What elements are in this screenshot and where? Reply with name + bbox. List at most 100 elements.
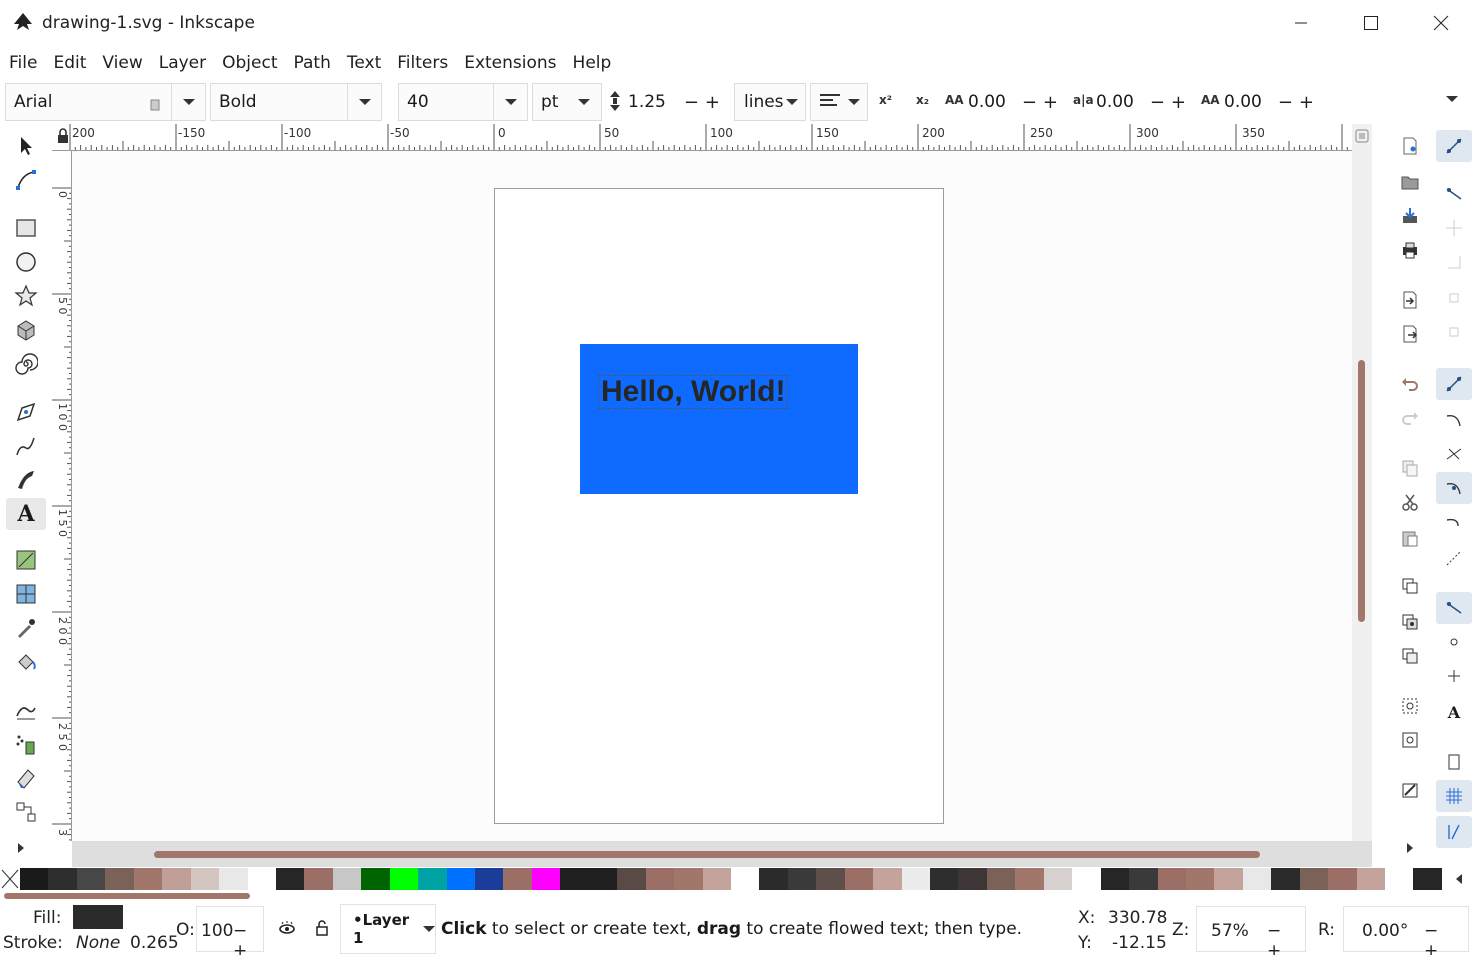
palette-swatch[interactable] xyxy=(503,868,532,890)
fill-swatch[interactable] xyxy=(73,905,123,929)
palette-swatch[interactable] xyxy=(48,868,77,890)
chevron-down-icon[interactable] xyxy=(423,926,435,932)
line-spacing-plusminus[interactable]: −+ xyxy=(684,92,726,113)
pen-tool-icon[interactable] xyxy=(6,396,46,428)
horizontal-scrollbar[interactable] xyxy=(72,841,1372,867)
palette-scroll-thumb[interactable] xyxy=(4,893,250,899)
new-document-icon[interactable] xyxy=(1398,134,1422,158)
rotation-spin[interactable]: 0.00° −+ xyxy=(1343,906,1469,955)
palette-swatch[interactable] xyxy=(190,868,220,890)
subscript-icon[interactable]: x₂ xyxy=(916,93,929,107)
selector-tool-icon[interactable] xyxy=(6,130,46,162)
undo-icon[interactable] xyxy=(1398,372,1422,396)
rectangle-tool-icon[interactable] xyxy=(6,212,46,244)
palette-swatch[interactable] xyxy=(20,868,49,890)
palette-swatch[interactable] xyxy=(588,868,618,890)
snap-grid-icon[interactable] xyxy=(1436,780,1472,812)
snap-guide-icon[interactable] xyxy=(1436,816,1472,848)
kerning-value[interactable]: 0.00 xyxy=(1220,92,1262,112)
toolbox-more-icon[interactable] xyxy=(6,832,36,864)
rotation-plusminus[interactable]: −+ xyxy=(1424,921,1468,955)
maximize-button[interactable] xyxy=(1336,0,1406,46)
menu-object[interactable]: Object xyxy=(214,53,285,73)
menu-path[interactable]: Path xyxy=(286,53,339,73)
palette-swatch[interactable] xyxy=(787,868,817,890)
palette-swatch[interactable] xyxy=(1242,868,1272,890)
kerning-spin[interactable]: 0.00 −+ xyxy=(1220,83,1322,121)
cut-icon[interactable] xyxy=(1398,490,1422,514)
palette-swatch[interactable] xyxy=(76,868,106,890)
snap-bbox-midpoint-icon[interactable] xyxy=(1436,282,1472,314)
palette-swatch[interactable] xyxy=(1043,868,1073,890)
palette-swatch[interactable] xyxy=(304,868,333,890)
palette-swatch[interactable] xyxy=(901,868,930,890)
node-tool-icon[interactable] xyxy=(6,164,46,196)
export-icon[interactable] xyxy=(1398,322,1422,346)
opacity-spin[interactable]: 100 −+ xyxy=(196,906,264,955)
palette-swatch[interactable] xyxy=(873,868,902,890)
palette-swatch[interactable] xyxy=(816,868,845,890)
stroke-value[interactable]: None xyxy=(76,933,120,953)
palette-swatch[interactable] xyxy=(389,868,419,890)
open-document-icon[interactable] xyxy=(1398,170,1422,194)
snap-rotation-center-icon[interactable] xyxy=(1436,660,1472,692)
palette-swatch[interactable] xyxy=(560,868,589,890)
palette-swatch[interactable] xyxy=(674,868,703,890)
no-paint-swatch[interactable] xyxy=(0,868,20,890)
snap-bbox-corner-icon[interactable] xyxy=(1436,246,1472,278)
palette-swatch[interactable] xyxy=(475,868,504,890)
zoom-corner-icon[interactable] xyxy=(1355,128,1369,148)
chevron-down-icon[interactable] xyxy=(567,84,601,120)
snap-intersection-icon[interactable] xyxy=(1436,438,1472,470)
palette-swatch[interactable] xyxy=(645,868,675,890)
stroke-width[interactable]: 0.265 xyxy=(130,933,179,953)
star-tool-icon[interactable] xyxy=(6,280,46,312)
palette-swatch[interactable] xyxy=(1185,868,1215,890)
snap-smooth-nodes-icon[interactable] xyxy=(1436,508,1472,540)
document-properties-icon[interactable] xyxy=(1398,778,1422,802)
palette-swatch[interactable] xyxy=(986,868,1016,890)
chevron-down-icon[interactable] xyxy=(841,84,867,120)
palette-swatch[interactable] xyxy=(105,868,134,890)
copy-icon[interactable] xyxy=(1398,456,1422,480)
menu-view[interactable]: View xyxy=(94,53,150,73)
font-style-combo[interactable]: Bold xyxy=(210,83,382,121)
minimize-button[interactable] xyxy=(1266,0,1336,46)
palette-swatch[interactable] xyxy=(1015,868,1044,890)
horizontal-ruler[interactable]: 200 -150 -100 -50 0 50 100 150 200 250 3… xyxy=(52,124,1352,151)
tweak-tool-icon[interactable] xyxy=(6,694,46,726)
menu-extensions[interactable]: Extensions xyxy=(456,53,564,73)
palette-swatch[interactable] xyxy=(1100,868,1130,890)
text-tool-icon[interactable]: A xyxy=(6,498,46,530)
drawing-canvas[interactable]: Hello, World! xyxy=(72,151,1352,841)
redo-icon[interactable] xyxy=(1398,406,1422,430)
font-family-combo[interactable]: Arial xyxy=(5,83,206,121)
palette-swatch[interactable] xyxy=(1413,868,1442,890)
palette-swatch[interactable] xyxy=(617,868,646,890)
opacity-plusminus[interactable]: −+ xyxy=(233,921,263,955)
palette-swatch[interactable] xyxy=(1157,868,1186,890)
kerning-plusminus[interactable]: −+ xyxy=(1278,92,1320,113)
palette-swatch[interactable] xyxy=(446,868,475,890)
3d-box-tool-icon[interactable] xyxy=(6,314,46,346)
palette-swatch[interactable] xyxy=(1328,868,1357,890)
palette-swatch[interactable] xyxy=(930,868,959,890)
palette-swatch[interactable] xyxy=(247,868,276,890)
horizontal-scroll-thumb[interactable] xyxy=(154,851,1260,858)
palette-swatch[interactable] xyxy=(1129,868,1158,890)
spiral-tool-icon[interactable] xyxy=(6,348,46,380)
menu-layer[interactable]: Layer xyxy=(151,53,214,73)
letter-spacing-spin[interactable]: 0.00 −+ xyxy=(964,83,1066,121)
gradient-tool-icon[interactable] xyxy=(6,544,46,576)
snap-page-border-icon[interactable] xyxy=(1436,746,1472,778)
print-icon[interactable] xyxy=(1398,238,1422,262)
eraser-tool-icon[interactable] xyxy=(6,762,46,794)
unit-combo[interactable]: pt xyxy=(532,83,602,121)
font-size-combo[interactable]: 40 xyxy=(398,83,528,121)
zoom-value[interactable]: 57% xyxy=(1211,921,1249,941)
spray-tool-icon[interactable] xyxy=(6,728,46,760)
pencil-tool-icon[interactable] xyxy=(6,430,46,462)
palette-menu-icon[interactable] xyxy=(1442,868,1476,890)
palette-swatch[interactable] xyxy=(275,868,305,890)
zoom-drawing-icon[interactable] xyxy=(1398,728,1422,752)
